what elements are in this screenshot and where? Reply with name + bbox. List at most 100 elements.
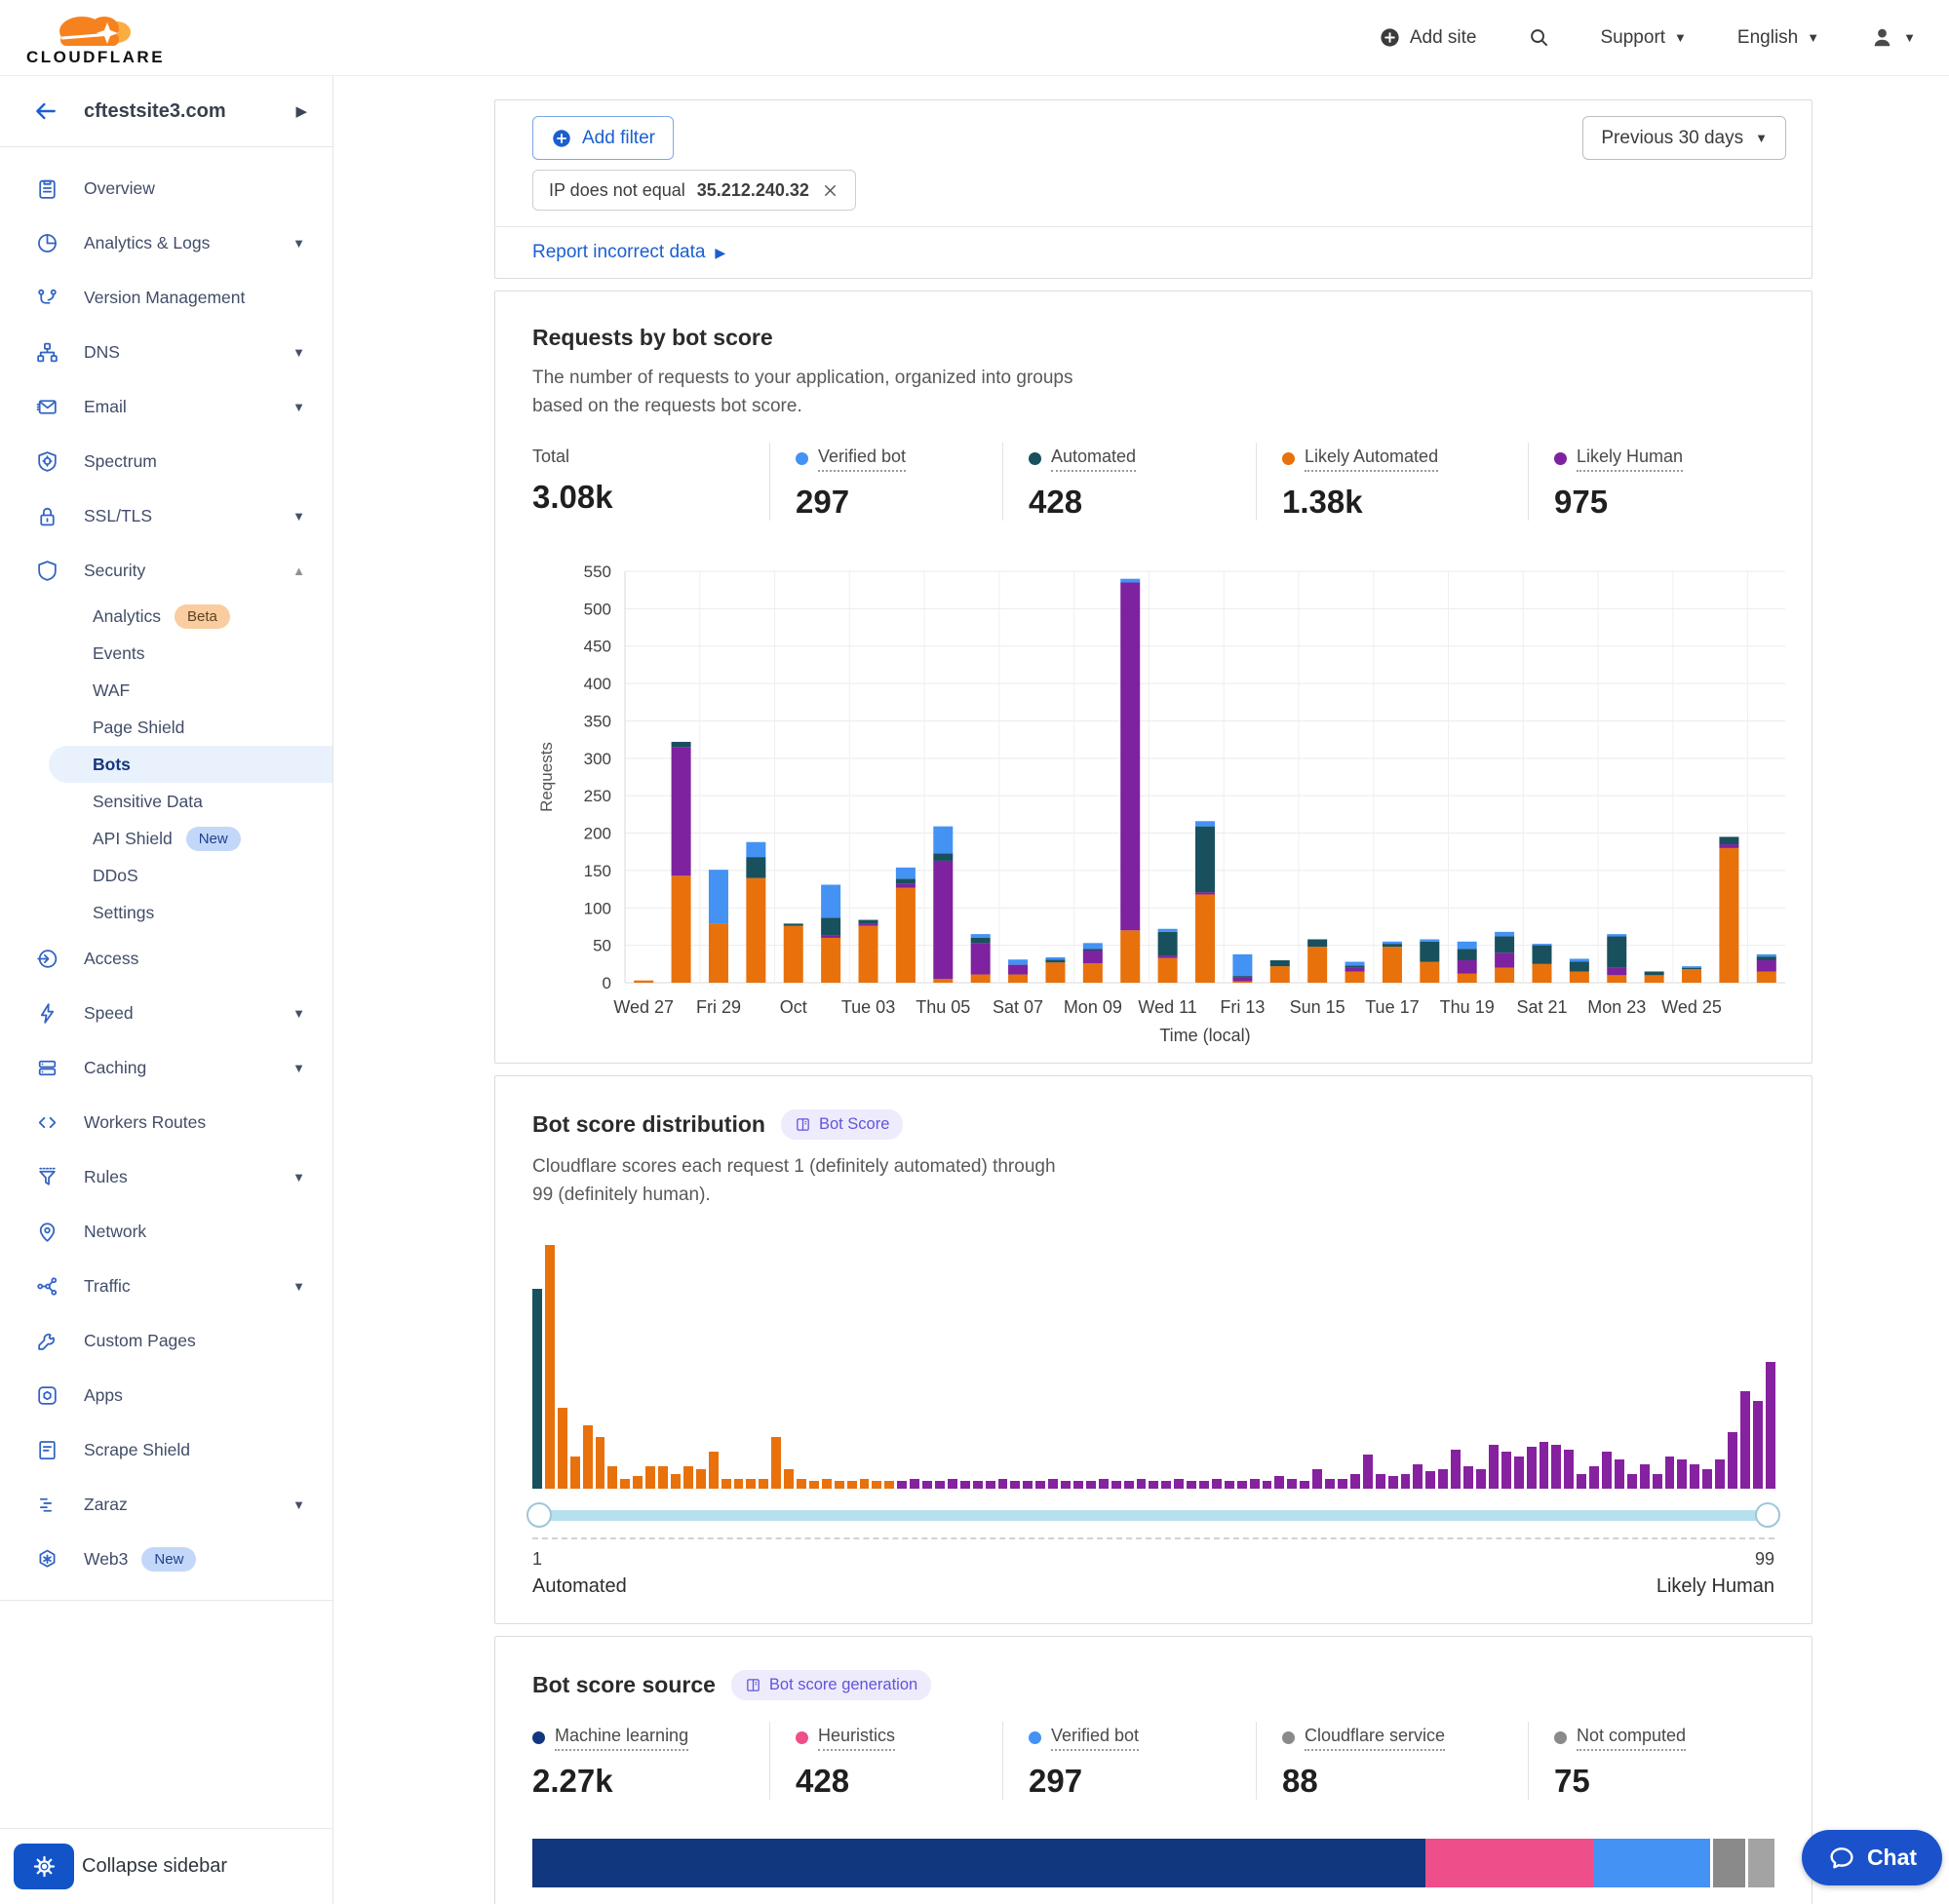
shield-icon [35,559,59,583]
preferences-button[interactable] [14,1844,74,1889]
slider-handle-min[interactable] [526,1502,552,1528]
histogram-bar-score-48 [1124,1481,1134,1489]
padlock-icon [35,504,59,528]
sidebar-item-events[interactable]: Events [0,635,332,672]
sidebar-item-zaraz[interactable]: Zaraz▼ [0,1477,332,1532]
slider-track[interactable] [532,1510,1774,1521]
histogram-bar-score-38 [998,1479,1008,1489]
sidebar-item-caching[interactable]: Caching▼ [0,1040,332,1095]
histogram-bar-score-86 [1602,1452,1612,1489]
support-menu[interactable]: Support▼ [1601,27,1687,49]
sidebar-item-ssl-tls[interactable]: SSL/TLS▼ [0,488,332,543]
add-filter-button[interactable]: Add filter [532,116,674,160]
chat-button[interactable]: Chat [1802,1830,1942,1885]
back-arrow-icon[interactable] [33,98,58,124]
histogram-bar-score-70 [1401,1474,1411,1489]
site-name[interactable]: cftestsite3.com [84,100,295,123]
top-navigation-bar: CLOUDFLARE Add site Support▼ English▼ ▼ [0,0,1949,76]
remove-filter-icon[interactable] [821,181,839,200]
histogram-bar-score-23 [809,1481,819,1489]
bot-score-badge[interactable]: Bot Score [781,1109,903,1140]
sidebar-item-version-management[interactable]: Version Management [0,270,332,325]
date-range-dropdown[interactable]: Previous 30 days▼ [1582,116,1786,160]
sidebar-item-sensitive-data[interactable]: Sensitive Data [0,783,332,820]
clipboard-icon [35,176,59,201]
account-menu[interactable]: ▼ [1870,25,1916,50]
sidebar-item-overview[interactable]: Overview [0,161,332,215]
collapse-sidebar-button[interactable]: Collapse sidebar [82,1855,227,1878]
chevron-down-icon: ▼ [292,400,305,414]
svg-text:50: 50 [593,936,611,954]
legend-dot [796,452,808,465]
histogram-bar-score-7 [607,1466,617,1489]
sidebar-item-api-shield[interactable]: API ShieldNew [0,820,332,857]
sidebar-footer: Collapse sidebar [0,1828,332,1904]
legend-dot [532,1731,545,1744]
sidebar-item-label: Speed [84,1003,134,1024]
bot-score-histogram [532,1245,1774,1489]
slider-max-caption: Likely Human [1657,1575,1774,1598]
histogram-bar-score-34 [948,1479,957,1489]
stat-automated: Automated428 [1002,443,1256,521]
slider-min-value: 1 [532,1549,542,1570]
sidebar-item-bots[interactable]: Bots [49,746,332,783]
stat-label: Automated [1051,447,1136,472]
sidebar-item-spectrum[interactable]: Spectrum [0,434,332,488]
legend-dot [1029,1731,1041,1744]
card-title: Bot score source [532,1672,716,1698]
sidebar-item-email[interactable]: Email▼ [0,379,332,434]
sidebar-item-apps[interactable]: Apps [0,1368,332,1422]
sidebar-item-scrape-shield[interactable]: Scrape Shield [0,1422,332,1477]
sidebar-item-label: Apps [84,1385,123,1406]
search-button[interactable] [1528,26,1550,49]
bot-score-generation-badge[interactable]: Bot score generation [731,1670,931,1700]
sidebar-item-access[interactable]: Access [0,931,332,986]
histogram-bar-score-83 [1564,1450,1574,1489]
histogram-bar-score-64 [1325,1479,1335,1489]
sidebar-item-custom-pages[interactable]: Custom Pages [0,1313,332,1368]
histogram-bar-score-74 [1451,1450,1461,1489]
card-description: Cloudflare scores each request 1 (defini… [532,1153,1073,1210]
sidebar-item-waf[interactable]: WAF [0,672,332,709]
sidebar-item-label: SSL/TLS [84,506,152,526]
report-incorrect-data-link[interactable]: Report incorrect data▶ [532,242,725,263]
add-site-button[interactable]: Add site [1379,26,1477,49]
stat-cloudflare-service: Cloudflare service88 [1256,1722,1528,1800]
histogram-bar-score-60 [1274,1476,1284,1489]
sidebar-item-speed[interactable]: Speed▼ [0,986,332,1040]
sidebar-item-security[interactable]: Security▲ [0,543,332,598]
histogram-bar-score-43 [1061,1481,1071,1489]
share-nodes-icon [35,1274,59,1299]
plus-circle-icon [551,128,572,149]
sidebar-item-ddos[interactable]: DDoS [0,857,332,894]
sidebar-item-workers-routes[interactable]: Workers Routes [0,1095,332,1149]
sidebar-item-settings[interactable]: Settings [0,894,332,931]
sidebar-item-page-shield[interactable]: Page Shield [0,709,332,746]
histogram-bar-score-25 [835,1481,844,1489]
sidebar-item-web3[interactable]: Web3New [0,1532,332,1586]
chevron-right-icon[interactable]: ▶ [295,102,307,120]
sidebar-item-network[interactable]: Network [0,1204,332,1259]
stat-label: Heuristics [818,1726,895,1751]
stat-label: Cloudflare service [1305,1726,1445,1751]
svg-text:0: 0 [603,974,611,992]
histogram-bar-score-95 [1715,1459,1725,1489]
language-menu[interactable]: English▼ [1737,27,1819,49]
sidebar-item-analytics[interactable]: AnalyticsBeta [0,598,332,635]
slider-handle-max[interactable] [1755,1502,1780,1528]
stat-machine-learning: Machine learning2.27k [532,1722,769,1800]
sidebar-item-analytics-logs[interactable]: Analytics & Logs▼ [0,215,332,270]
svg-text:Thu 05: Thu 05 [916,997,970,1017]
stat-likely-automated: Likely Automated1.38k [1256,443,1528,521]
histogram-bar-score-11 [658,1466,668,1489]
cloudflare-logo[interactable]: CLOUDFLARE [23,8,168,67]
source-bar-segment-verified-bot [1593,1839,1710,1887]
sidebar-item-traffic[interactable]: Traffic▼ [0,1259,332,1313]
sidebar-item-label: Network [84,1222,146,1242]
histogram-bar-score-52 [1174,1479,1184,1489]
sidebar-item-dns[interactable]: DNS▼ [0,325,332,379]
sidebar-item-rules[interactable]: Rules▼ [0,1149,332,1204]
user-icon [1870,25,1894,50]
histogram-bar-score-32 [922,1481,932,1489]
svg-text:300: 300 [584,750,611,768]
